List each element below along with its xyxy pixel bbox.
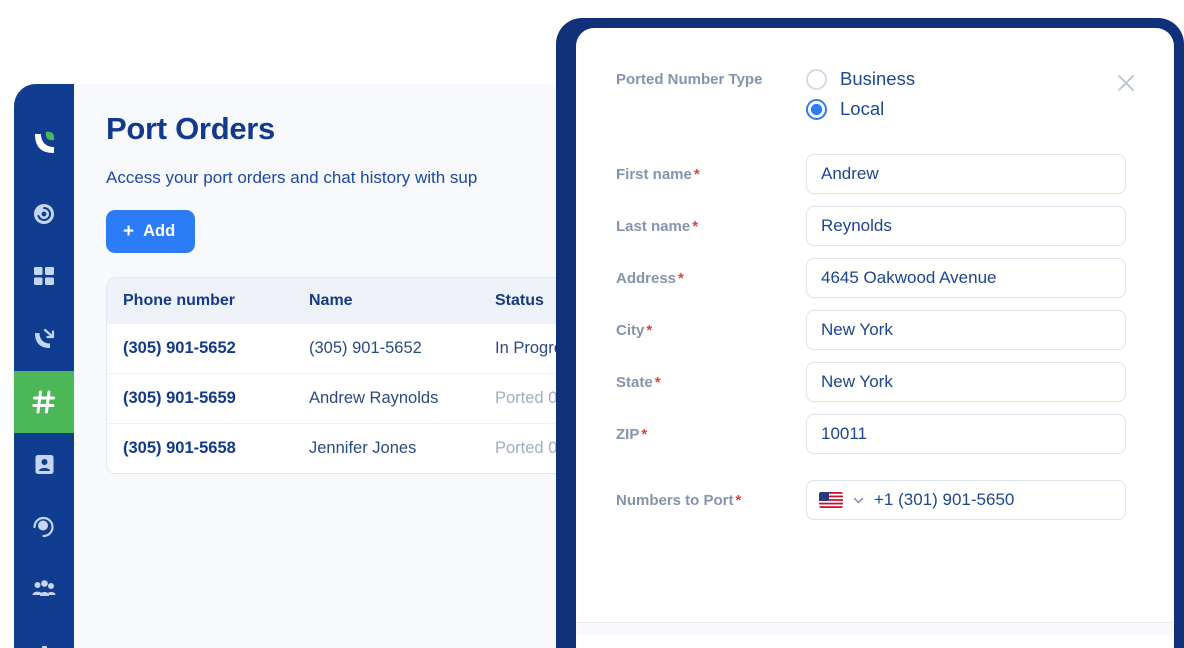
zip-label-text: ZIP	[616, 425, 640, 443]
zip-value: 10011	[821, 424, 868, 443]
address-label: Address *	[616, 270, 806, 287]
sidebar	[14, 84, 74, 648]
required-marker: *	[693, 165, 700, 183]
city-input[interactable]: New York	[806, 310, 1126, 350]
last-name-input[interactable]: Reynolds	[806, 206, 1126, 246]
port-order-modal: Ported Number Type Business Local First …	[576, 28, 1174, 648]
sidebar-item-dashboard[interactable]	[14, 245, 74, 308]
cell-phone-number: (305) 901-5652	[123, 339, 236, 358]
state-value: New York	[821, 372, 893, 391]
section-spacer-2	[616, 466, 1126, 480]
close-icon	[1115, 72, 1137, 97]
field-row-numbers-to-port: Numbers to Port * +1 (301) 901-5650	[616, 480, 1126, 520]
field-row-address: Address * 4645 Oakwood Avenue	[616, 258, 1126, 298]
numbers-to-port-label-text: Numbers to Port	[616, 491, 734, 509]
column-header-name: Name	[293, 278, 479, 325]
phone-arrow-icon	[31, 326, 57, 352]
sidebar-item-teams[interactable]	[14, 559, 74, 622]
plus-icon: +	[123, 221, 135, 243]
grid-squares-icon	[32, 264, 56, 288]
required-marker: *	[654, 373, 661, 391]
first-name-input[interactable]: Andrew	[806, 154, 1126, 194]
required-marker: *	[735, 491, 742, 509]
headset-icon	[31, 514, 57, 540]
city-label: City *	[616, 322, 806, 339]
ported-number-type-row-2: Local	[616, 98, 1126, 120]
cell-phone-number: (305) 901-5658	[107, 423, 293, 474]
first-name-label-text: First name	[616, 165, 692, 183]
state-label: State *	[616, 374, 806, 391]
state-input[interactable]: New York	[806, 362, 1126, 402]
modal-footer	[576, 622, 1174, 635]
address-value: 4645 Oakwood Avenue	[821, 268, 997, 287]
field-row-zip: ZIP * 10011	[616, 414, 1126, 454]
city-value: New York	[821, 320, 893, 339]
numbers-to-port-value: +1 (301) 901-5650	[874, 490, 1015, 509]
city-label-text: City	[616, 321, 645, 339]
required-marker: *	[678, 269, 684, 287]
close-button[interactable]	[1112, 70, 1140, 98]
hash-icon	[31, 389, 57, 415]
radio-local-dot	[806, 98, 827, 120]
field-row-first-name: First name * Andrew	[616, 154, 1126, 194]
last-name-label-text: Last name	[616, 217, 691, 235]
first-name-value: Andrew	[821, 164, 879, 183]
clock-history-icon	[32, 202, 56, 226]
cell-name: (305) 901-5652	[309, 339, 422, 358]
required-marker: *	[692, 217, 699, 235]
screen: Port Orders Access your port orders and …	[0, 0, 1184, 648]
modal-body: Ported Number Type Business Local First …	[576, 28, 1174, 635]
numbers-to-port-label: Numbers to Port *	[616, 492, 806, 509]
add-button[interactable]: + Add	[106, 210, 196, 254]
required-marker: *	[641, 425, 648, 443]
address-input[interactable]: 4645 Oakwood Avenue	[806, 258, 1126, 298]
numbers-to-port-input[interactable]: +1 (301) 901-5650	[806, 480, 1126, 520]
zip-input[interactable]: 10011	[806, 414, 1126, 454]
first-name-label: First name *	[616, 166, 806, 183]
radio-local-label: Local	[840, 98, 885, 119]
field-row-city: City * New York	[616, 310, 1126, 350]
ported-number-type-row: Ported Number Type Business	[616, 68, 1126, 90]
add-button-label: Add	[143, 222, 176, 241]
cell-name: Jennifer Jones	[293, 423, 479, 474]
zip-label: ZIP *	[616, 426, 806, 443]
bar-chart-icon	[32, 641, 56, 648]
sidebar-item-recent[interactable]	[14, 182, 74, 245]
sidebar-item-call-routing[interactable]	[14, 308, 74, 371]
state-label-text: State	[616, 373, 653, 391]
sidebar-item-logo[interactable]	[14, 106, 74, 182]
cell-phone-number: (305) 901-5659	[107, 373, 293, 424]
field-row-state: State * New York	[616, 362, 1126, 402]
last-name-value: Reynolds	[821, 216, 892, 235]
radio-business-dot	[806, 68, 827, 90]
sidebar-item-reports[interactable]	[14, 621, 74, 648]
last-name-label: Last name *	[616, 218, 806, 235]
radio-local[interactable]: Local	[806, 98, 884, 120]
phone-leaf-logo-icon	[27, 127, 61, 161]
ported-number-type-label: Ported Number Type	[616, 70, 763, 88]
field-row-last-name: Last name * Reynolds	[616, 206, 1126, 246]
required-marker: *	[646, 321, 653, 339]
radio-business-label: Business	[840, 68, 916, 89]
sidebar-item-contacts[interactable]	[14, 433, 74, 496]
contact-card-icon	[33, 453, 56, 476]
radio-business[interactable]: Business	[806, 68, 915, 90]
us-flag-icon	[819, 492, 843, 508]
people-group-icon	[31, 577, 57, 603]
cell-name: Andrew Raynolds	[293, 373, 479, 424]
sidebar-item-numbers[interactable]	[14, 370, 74, 434]
address-label-text: Address	[616, 269, 677, 287]
sidebar-item-support[interactable]	[14, 496, 74, 559]
column-header-phone-number: Phone number	[107, 278, 293, 325]
chevron-down-icon[interactable]	[852, 494, 865, 507]
